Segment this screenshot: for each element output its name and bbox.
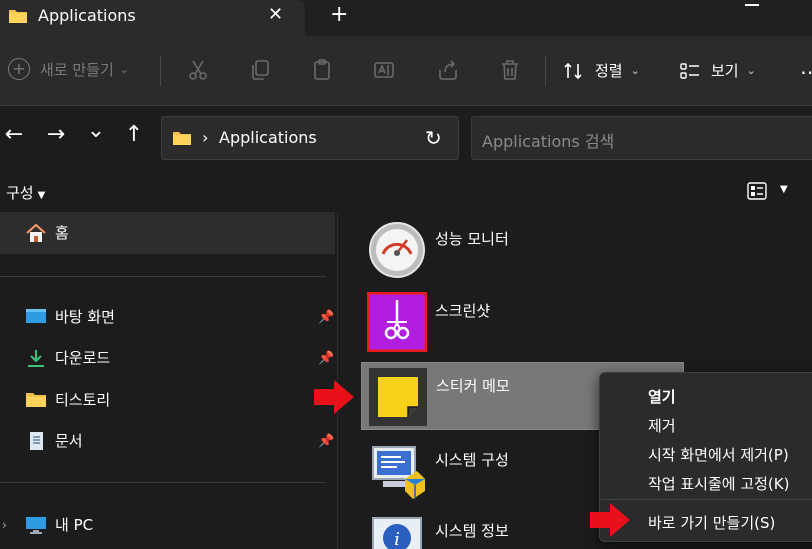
chevron-right-icon: › [202, 128, 209, 147]
command-row: 구성 ▼ ▼ [0, 170, 812, 212]
sort-button[interactable]: 정렬 ⌄ [563, 60, 640, 81]
file-name: 시스템 정보 [435, 522, 509, 540]
organize-button[interactable]: 구성 ▼ [6, 182, 45, 203]
expand-chevron-icon[interactable]: › [2, 518, 7, 532]
download-icon [28, 349, 44, 367]
context-menu-open[interactable]: 열기 [648, 386, 676, 407]
address-row: ← → ⌄ ↑ › Applications ↻ Applications 검색 [0, 106, 812, 170]
new-button-label: 새로 만들기 [40, 60, 114, 79]
sidebar-item-label: 다운로드 [55, 349, 111, 367]
view-list-icon [680, 62, 699, 79]
context-menu-divider [601, 499, 812, 500]
gauge-icon [369, 222, 425, 278]
context-menu-uninstall[interactable]: 제거 [648, 415, 676, 436]
sort-label: 정렬 [595, 62, 623, 80]
sidebar-item-documents[interactable]: 문서 [25, 430, 83, 451]
caret-down-icon[interactable]: ▼ [780, 184, 788, 195]
chevron-down-icon: ⌄ [119, 62, 129, 76]
view-button[interactable]: 보기 ⌄ [679, 60, 756, 81]
back-icon[interactable]: ← [0, 122, 28, 147]
sidebar-item-tistory[interactable]: 티스토리 [25, 389, 110, 410]
navigation-pane: 홈 바탕 화면 📌 다운로드 📌 티스토리 문서 📌 › 내 PC [0, 212, 338, 549]
chevron-down-icon: ⌄ [746, 64, 756, 77]
info-icon: i [372, 517, 422, 549]
paste-icon[interactable] [310, 58, 334, 82]
tab-bar: Applications ✕ + [0, 0, 812, 36]
sidebar-item-label: 티스토리 [55, 391, 111, 409]
system-config-icon [372, 446, 425, 499]
context-menu-unpin-start[interactable]: 시작 화면에서 제거(P) [648, 444, 789, 465]
sidebar-item-label: 바탕 화면 [55, 308, 115, 326]
new-button[interactable]: + 새로 만들기 ⌄ [8, 58, 129, 80]
chevron-down-icon: ⌄ [630, 64, 640, 77]
view-label: 보기 [711, 62, 739, 80]
svg-text:i: i [394, 529, 400, 549]
file-name: 스티커 메모 [436, 377, 510, 395]
up-icon[interactable]: ↑ [120, 122, 148, 147]
sidebar-home-row: 홈 [25, 222, 69, 243]
toolbar: + 새로 만들기 ⌄ 정렬 ⌄ 보기 ⌄ ⋯ [0, 36, 812, 106]
folder-icon [173, 132, 191, 145]
pin-icon[interactable]: 📌 [318, 434, 334, 449]
context-menu: 열기 제거 시작 화면에서 제거(P) 작업 표시줄에 고정(K) 바로 가기 … [599, 372, 812, 542]
list-item[interactable]: 스크린샷 [361, 288, 684, 356]
caret-down-icon: ▼ [37, 190, 46, 201]
organize-label: 구성 [6, 184, 34, 202]
list-item[interactable]: 성능 모니터 [361, 216, 684, 284]
context-menu-pin-taskbar[interactable]: 작업 표시줄에 고정(K) [648, 473, 789, 494]
file-name: 시스템 구성 [435, 451, 509, 469]
sidebar-item-this-pc[interactable]: 내 PC [25, 514, 93, 535]
sidebar-divider [0, 276, 326, 277]
sidebar-divider [0, 482, 326, 483]
more-options-icon[interactable]: ⋯ [800, 60, 812, 84]
folder-icon [26, 392, 46, 407]
sidebar-item-label: 문서 [55, 432, 83, 450]
cut-icon[interactable] [186, 58, 210, 82]
sidebar-item-label: 홈 [55, 224, 69, 242]
recent-locations-icon[interactable]: ⌄ [82, 118, 110, 143]
sidebar-item-desktop[interactable]: 바탕 화면 [25, 306, 115, 327]
refresh-icon[interactable]: ↻ [425, 126, 442, 150]
sort-icon [564, 62, 582, 79]
sidebar-item-label: 내 PC [55, 516, 94, 534]
sidebar-item-home[interactable]: 홈 [0, 212, 335, 254]
file-name: 성능 모니터 [435, 230, 509, 248]
copy-icon[interactable] [248, 58, 272, 82]
context-menu-create-shortcut[interactable]: 바로 가기 만들기(S) [648, 512, 775, 533]
sidebar-item-downloads[interactable]: 다운로드 [25, 347, 110, 368]
pin-icon[interactable]: 📌 [318, 351, 334, 366]
close-tab-icon[interactable]: ✕ [268, 4, 283, 25]
folder-icon [9, 10, 27, 23]
sticky-note-icon [369, 368, 427, 426]
tab-applications[interactable]: Applications ✕ [0, 0, 305, 36]
new-tab-button[interactable]: + [330, 2, 348, 27]
minimize-icon[interactable] [745, 4, 759, 6]
search-placeholder: Applications 검색 [482, 132, 615, 151]
scissors-icon [367, 292, 427, 352]
share-icon[interactable] [436, 58, 460, 82]
search-input[interactable]: Applications 검색 [471, 116, 812, 160]
red-arrow-icon [314, 380, 354, 414]
desktop-icon [26, 308, 46, 323]
plus-circle-icon: + [8, 58, 30, 80]
file-name: 스크린샷 [435, 302, 491, 320]
tab-title: Applications [38, 6, 136, 25]
document-icon [30, 431, 43, 450]
forward-icon[interactable]: → [42, 122, 70, 147]
home-icon [26, 223, 46, 242]
red-arrow-icon [590, 503, 630, 537]
rename-icon[interactable] [372, 58, 396, 82]
details-pane-icon[interactable] [747, 182, 767, 200]
toolbar-divider [160, 56, 161, 86]
delete-icon[interactable] [498, 58, 522, 82]
computer-icon [26, 516, 46, 534]
address-path[interactable]: Applications [219, 128, 317, 147]
pin-icon[interactable]: 📌 [318, 310, 334, 325]
toolbar-divider [545, 56, 546, 86]
address-bar[interactable]: › Applications ↻ [161, 116, 459, 160]
